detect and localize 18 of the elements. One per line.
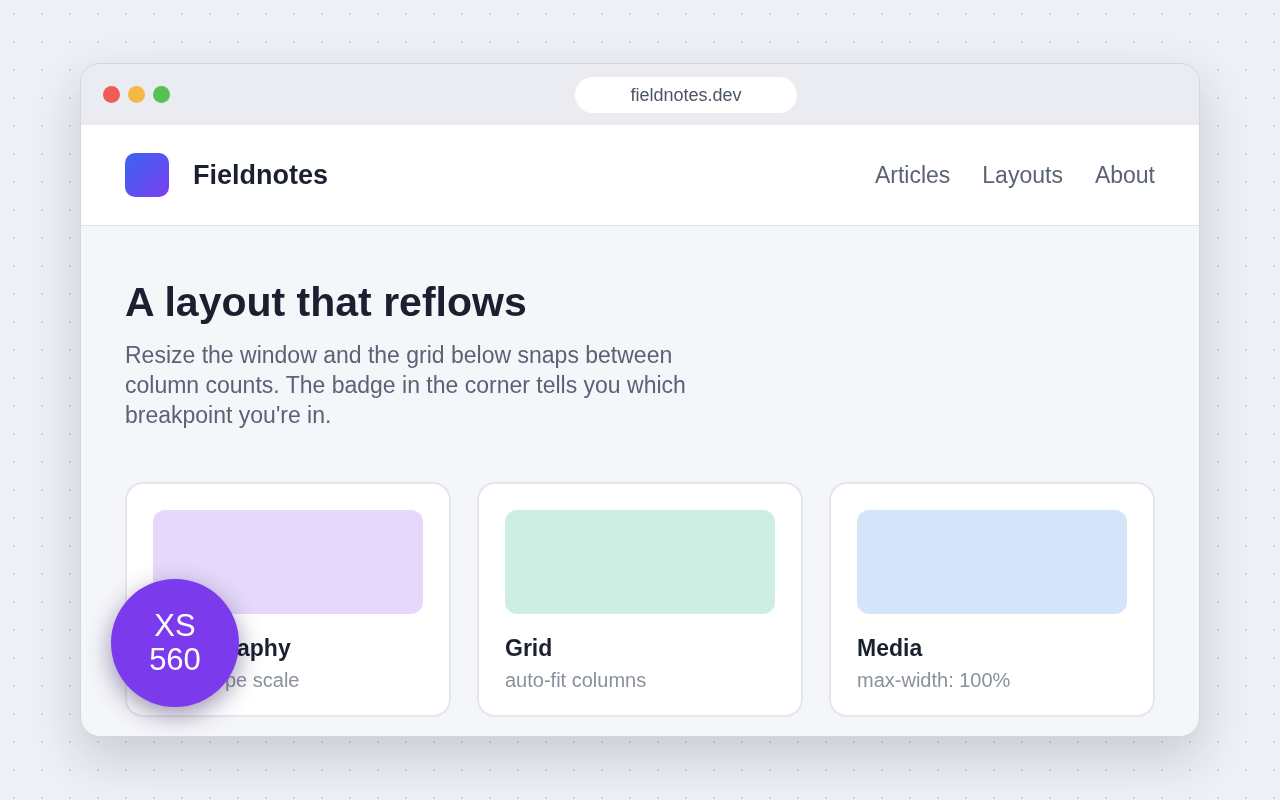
card-title: aphy [237,634,291,663]
site-name[interactable]: Fieldnotes [193,154,328,196]
breakpoint-label: XS [154,609,196,643]
card-subtitle: max-width: 100% [857,668,1011,693]
card-subtitle: auto-fit columns [505,668,647,693]
logo-icon [125,153,169,197]
nav-link[interactable]: Articles [874,157,951,193]
intro-paragraph: Resize the window and the grid below snaps between column counts. The badge in the corner tells you which breakpoint you're in. [125,341,687,430]
nav-link[interactable]: About [1094,157,1155,193]
minimize-button[interactable] [128,86,145,103]
close-button[interactable] [103,86,120,103]
card-title: Media [857,634,923,663]
address-bar[interactable]: fieldnotes.dev [575,77,797,113]
card-title: Grid [505,634,553,663]
page-heading: A layout that reflows [125,278,528,326]
maximize-button[interactable] [153,86,170,103]
breakpoint-width: 560 [149,643,201,677]
nav-link[interactable]: Layouts [982,157,1063,193]
